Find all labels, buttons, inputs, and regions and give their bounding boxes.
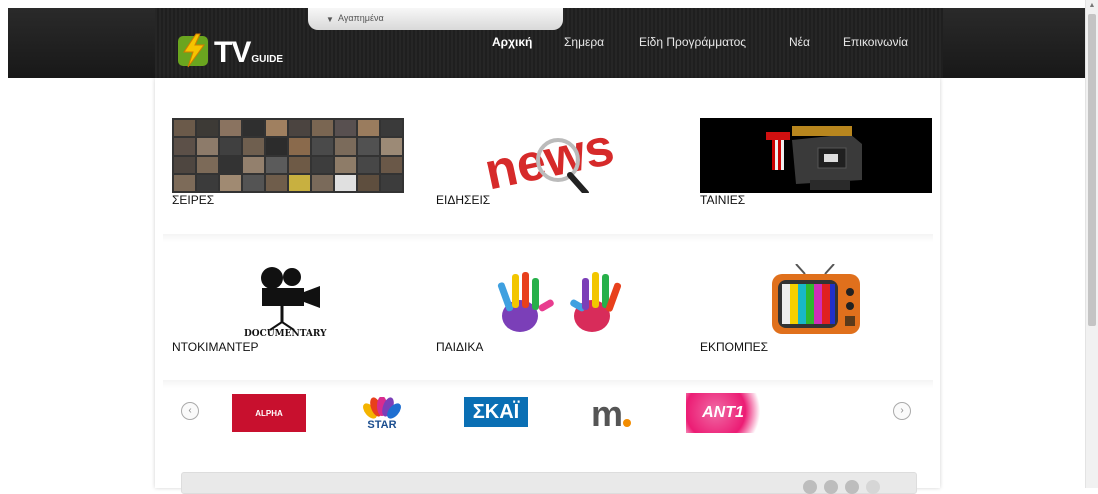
favorites-label: Αγαπημένα (338, 13, 384, 23)
category-kids[interactable]: ΠΑΙΔΙΚΑ (436, 264, 668, 354)
channel-name: m (590, 393, 623, 434)
category-documentary[interactable]: DOCUMENTARY ΝΤΟΚΙΜΑΝΤΕΡ (172, 264, 404, 354)
slider-dot[interactable] (803, 480, 817, 494)
nav-today[interactable]: Σημερα (564, 35, 604, 49)
row-divider (163, 234, 933, 242)
shows-image (700, 264, 932, 339)
channel-mega-logo[interactable]: m (584, 393, 638, 434)
movies-image (700, 118, 932, 193)
category-label: ΝΤΟΚΙΜΑΝΤΕΡ (172, 340, 259, 354)
nav-program-types[interactable]: Είδη Προγράμματος (639, 35, 746, 49)
logo-tv-text: TV (214, 36, 251, 69)
slider-dot[interactable] (824, 480, 838, 494)
star-peacock-icon (363, 397, 401, 419)
kids-image (436, 264, 668, 339)
channel-star-logo[interactable]: STAR (356, 394, 408, 434)
news-image-text: news (480, 118, 619, 193)
vertical-scrollbar[interactable]: ▲ (1085, 0, 1098, 488)
category-label: ΣΕΙΡΕΣ (172, 193, 215, 207)
row-divider (163, 380, 933, 388)
chevron-down-icon: ▼ (326, 15, 334, 24)
channel-dot-icon (623, 419, 631, 427)
category-label: ΕΙΔΗΣΕΙΣ (436, 193, 491, 207)
news-image: news (436, 118, 668, 193)
carousel-prev-button[interactable]: ‹ (181, 402, 199, 420)
slider-dot[interactable] (845, 480, 859, 494)
retro-tv-icon (772, 264, 860, 334)
series-collage-image (172, 118, 404, 193)
category-label: ΠΑΙΔΙΚΑ (436, 340, 484, 354)
nav-home[interactable]: Αρχική (492, 35, 532, 49)
documentary-image-text: DOCUMENTARY (244, 329, 327, 339)
slider-dot[interactable] (866, 480, 880, 494)
logo-guide-text: GUIDE (251, 54, 284, 65)
carousel-next-button[interactable]: › (893, 402, 911, 420)
painted-hands-icon (497, 272, 622, 332)
movie-projector-icon (766, 126, 862, 190)
channel-name: ΣΚΑΪ (472, 400, 520, 423)
lightning-bolt-icon (178, 33, 208, 68)
channel-alpha-logo[interactable]: ALPHA (232, 394, 306, 432)
favorites-tab[interactable]: ▼ Αγαπημένα (308, 8, 563, 30)
scroll-up-arrow-icon[interactable]: ▲ (1086, 0, 1098, 12)
channel-ant1-logo[interactable]: ANT1 (686, 393, 760, 433)
site-logo[interactable]: TV GUIDE (176, 28, 283, 68)
channel-name: ALPHA (255, 408, 283, 418)
category-label: ΤΑΙΝΙΕΣ (700, 193, 746, 207)
nav-contact[interactable]: Επικοινωνία (843, 35, 908, 49)
channel-name: STAR (367, 419, 397, 431)
nav-news[interactable]: Νέα (789, 35, 810, 49)
channel-skai-logo[interactable]: ΣΚΑΪ (464, 397, 528, 427)
news-magnifier-icon: news (480, 118, 619, 193)
category-news[interactable]: news ΕΙΔΗΣΕΙΣ (436, 118, 668, 207)
category-series[interactable]: ΣΕΙΡΕΣ (172, 118, 404, 207)
chevron-left-icon: ‹ (188, 405, 192, 416)
category-shows[interactable]: ΕΚΠΟΜΠΕΣ (700, 264, 932, 354)
chevron-right-icon: › (900, 405, 904, 416)
documentary-camera-icon: DOCUMENTARY (244, 267, 327, 339)
category-movies[interactable]: ΤΑΙΝΙΕΣ (700, 118, 932, 207)
documentary-image: DOCUMENTARY (172, 264, 404, 339)
scrollbar-thumb[interactable] (1088, 14, 1096, 326)
category-label: ΕΚΠΟΜΠΕΣ (700, 340, 769, 354)
channel-name: ANT1 (702, 404, 744, 421)
